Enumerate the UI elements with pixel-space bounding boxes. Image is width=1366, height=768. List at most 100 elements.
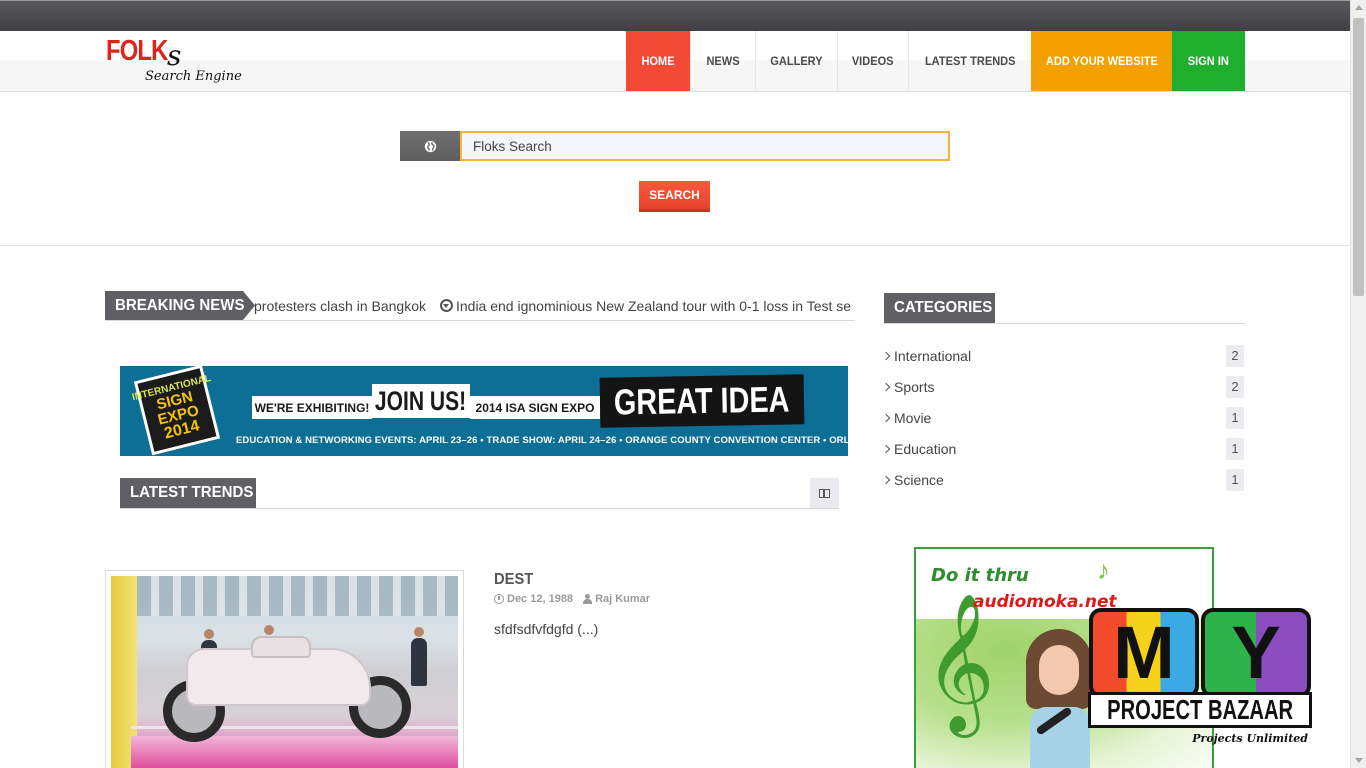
nav-videos[interactable]: VIDEOS [837,31,908,91]
myp-letter-y: Y [1201,608,1311,698]
category-name: Education [894,440,957,457]
nav-home-label: HOME [641,54,675,68]
post-title-text: DEST [494,571,534,588]
nav-sign-in-label: SIGN IN [1187,54,1230,68]
circle-arrow-icon [439,299,453,312]
category-name-wrap: Education [881,440,957,457]
photo-bike-tank [251,636,311,658]
chevron-right-icon [881,413,891,422]
chevron-right-icon [881,351,891,360]
myp-letter-m: M [1089,608,1199,698]
latest-trends-label-text: LATEST TRENDS [130,484,254,501]
news-ticker: protesters clash in Bangkok India end ig… [254,291,855,320]
nav-gallery-label: GALLERY [770,54,823,68]
nav-add-your-website[interactable]: ADD YOUR WEBSITE [1031,31,1172,91]
category-name-wrap: Sports [881,379,934,395]
nav-news-label: NEWS [706,54,740,68]
banner-join-us: JOIN US! [372,384,470,418]
category-count: 2 [1226,344,1244,367]
sign-expo-seal: INTERNATIONAL SIGN EXPO 2014 [131,366,221,456]
my-project-bazaar-logo[interactable]: M Y PROJECT BAZAAR Projects Unlimited [1088,608,1312,748]
user-icon [583,594,593,604]
breaking-news-label-text: BREAKING NEWS [115,296,245,314]
myp-bazaar-banner: PROJECT BAZAAR [1088,692,1312,728]
main-nav: HOME NEWS GALLERY VIDEOS LATEST TRENDS A… [626,31,1245,91]
myp-bazaar-text: PROJECT BAZAAR [1107,694,1293,725]
post-title[interactable]: DEST [494,571,537,589]
page-scrollbar[interactable] [1350,0,1366,768]
banner-isa-text: 2014 ISA SIGN EXPO [470,396,600,419]
nav-latest-trends[interactable]: LATEST TRENDS [908,31,1031,91]
search-scope-button[interactable] [400,131,460,161]
banner-great-idea: GREAT IDEA [599,374,805,428]
ticker-item[interactable]: India end ignominious New Zealand tour w… [439,297,852,314]
categories-header: CATEGORIES [884,293,1245,324]
nav-gallery[interactable]: GALLERY [755,31,837,91]
nav-add-your-website-label: ADD YOUR WEBSITE [1045,54,1158,68]
nav-sign-in[interactable]: SIGN IN [1172,31,1245,91]
category-count: 1 [1226,406,1244,429]
category-item-international[interactable]: International 2 [881,340,1245,371]
columns-icon [819,488,830,498]
site-header: FOLK s Search Engine HOME NEWS GALLERY V… [0,31,1350,92]
scroll-up-arrow-icon[interactable] [1355,5,1363,10]
categories-label-text: CATEGORIES [894,299,993,316]
nav-latest-trends-label: LATEST TRENDS [924,54,1016,68]
globe-icon [424,140,436,152]
post-excerpt: sfdfsdfvfdgfd (...) [494,621,599,637]
view-toggle-button[interactable] [810,478,839,508]
banner-exhibiting-text: WE'RE EXHIBITING! [252,396,372,419]
banner-great-idea-text: GREAT IDEA [613,378,791,423]
post-author[interactable]: Raj Kumar [595,593,650,605]
logo-tagline: Search Engine [145,69,242,84]
sign-expo-banner-ad[interactable]: INTERNATIONAL SIGN EXPO 2014 WE'RE EXHIB… [120,366,848,456]
post-thumbnail[interactable] [105,570,464,768]
singer-face [1039,645,1079,695]
category-name-wrap: Movie [881,409,932,426]
category-item-science[interactable]: Science 1 [881,464,1245,495]
category-item-movie[interactable]: Movie 1 [881,402,1245,433]
category-count: 1 [1226,468,1244,491]
myp-tagline: Projects Unlimited [1192,732,1308,745]
clock-icon [494,594,504,604]
ad-headline: Do it thru [931,565,1029,586]
category-name: Science [894,471,944,488]
treble-clef-icon: 𝄞 [924,593,995,732]
myp-letters: M Y [1088,608,1312,698]
breaking-news-bar: BREAKING NEWS protesters clash in Bangko… [105,291,855,321]
browser-top-bar [0,0,1350,31]
ticker-item-text: India end ignominious New Zealand tour w… [455,297,852,314]
site-logo[interactable]: FOLK s Search Engine [106,35,246,89]
nav-news[interactable]: NEWS [690,31,755,91]
ad-singer-illustration [1026,629,1092,768]
search-section: SEARCH [0,92,1350,246]
ticker-item[interactable]: protesters clash in Bangkok [254,298,426,314]
nav-videos-label: VIDEOS [852,54,894,68]
categories-list: International 2 Sports 2 Movie 1 Educati… [881,340,1245,495]
scroll-thumb[interactable] [1353,18,1364,296]
photo-stage [131,736,458,768]
latest-trends-label: LATEST TRENDS [120,478,256,508]
logo-script-s: s [167,39,182,72]
category-item-sports[interactable]: Sports 2 [881,371,1245,402]
latest-trends-header: LATEST TRENDS [120,478,839,509]
search-button[interactable]: SEARCH [639,181,710,212]
search-input[interactable] [460,131,950,161]
nav-home[interactable]: HOME [626,31,690,91]
breaking-news-label: BREAKING NEWS [105,291,255,320]
chevron-right-icon [881,444,891,453]
banner-join-us-text: JOIN US! [375,385,467,416]
ticker-item-text: protesters clash in Bangkok [254,297,426,314]
scroll-down-arrow-icon[interactable] [1355,758,1363,763]
music-note-icon: ♪ [1097,555,1110,585]
category-name-wrap: International [881,347,972,364]
category-name: Movie [894,409,932,426]
banner-event-details: EDUCATION & NETWORKING EVENTS: APRIL 23–… [236,435,848,446]
category-item-education[interactable]: Education 1 [881,433,1245,464]
category-name: International [894,347,972,364]
category-count: 2 [1226,375,1244,398]
category-count: 1 [1226,437,1244,460]
chevron-right-icon [881,382,891,391]
logo-wordmark: FOLK [106,35,168,67]
chevron-right-icon [881,475,891,484]
